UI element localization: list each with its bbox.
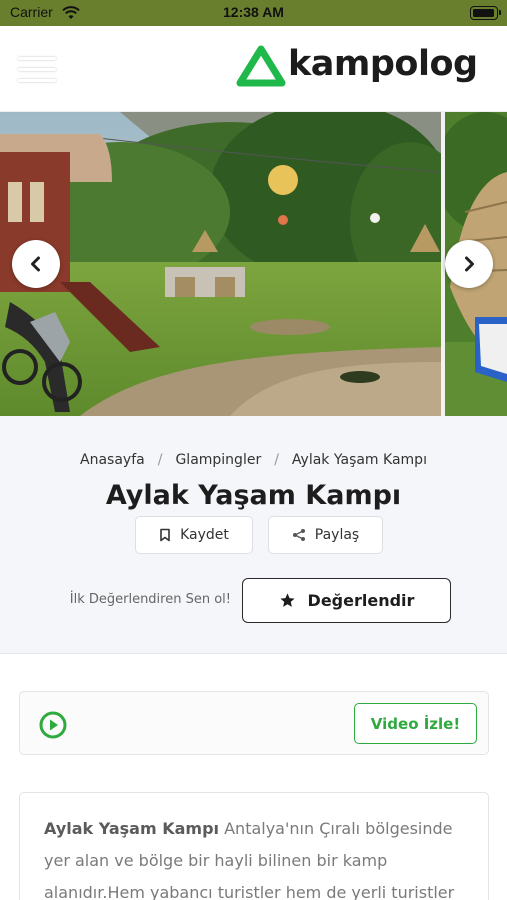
watch-video-button[interactable]: Video İzle! — [354, 703, 477, 744]
clock: 12:38 AM — [223, 4, 284, 20]
bookmark-icon — [160, 528, 170, 542]
share-label: Paylaş — [314, 527, 360, 543]
battery-icon — [470, 6, 501, 20]
page-title: Aylak Yaşam Kampı — [105, 480, 402, 511]
share-icon — [292, 529, 305, 541]
breadcrumb-current: Aylak Yaşam Kampı — [291, 452, 427, 468]
gallery-photo — [0, 112, 441, 416]
menu-icon[interactable] — [18, 57, 56, 83]
camp-info: Anasayfa / Glampingler / Aylak Yaşam Kampı A… — [0, 416, 507, 654]
app-header: kampolog — [0, 26, 507, 112]
breadcrumb-separator: / — [157, 452, 163, 468]
breadcrumb-home[interactable]: Anasayfa — [80, 452, 145, 468]
share-button[interactable]: Paylaş — [268, 516, 383, 554]
play-circle-icon[interactable] — [39, 711, 67, 739]
breadcrumb-category[interactable]: Glampingler — [175, 452, 261, 468]
rate-button[interactable]: Değerlendir — [242, 578, 451, 623]
breadcrumb-separator: / — [274, 452, 279, 468]
rate-prompt: İlk Değerlendiren Sen ol! — [69, 592, 231, 607]
description-text: Aylak Yaşam Kampı Antalya'nın Çıralı böl… — [44, 813, 464, 900]
star-icon — [279, 593, 295, 607]
save-label: Kaydet — [180, 527, 229, 543]
logo-text: kampolog — [288, 44, 478, 84]
video-card: Video İzle! — [19, 691, 489, 755]
photo-gallery[interactable] — [0, 112, 507, 416]
gallery-next-button[interactable] — [445, 240, 493, 288]
gallery-prev-button[interactable] — [12, 240, 60, 288]
chevron-right-icon — [465, 256, 474, 272]
rate-label: Değerlendir — [307, 591, 415, 610]
chevron-left-icon — [31, 256, 40, 272]
description-camp-name: Aylak Yaşam Kampı — [44, 819, 220, 838]
tent-logo-icon — [236, 45, 286, 87]
status-bar: Carrier 12:38 AM — [0, 0, 507, 26]
breadcrumb: Anasayfa / Glampingler / Aylak Yaşam Kampı — [0, 452, 507, 468]
save-button[interactable]: Kaydet — [135, 516, 253, 554]
description-card: Aylak Yaşam Kampı Antalya'nın Çıralı böl… — [19, 792, 489, 900]
